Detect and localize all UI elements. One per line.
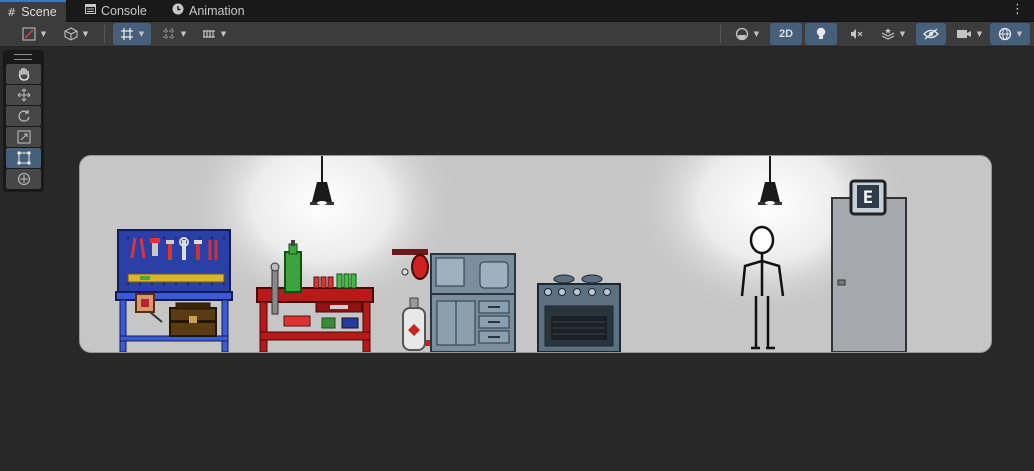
scene-lighting-toggle[interactable] [805, 23, 837, 45]
hand-tool[interactable] [6, 64, 41, 84]
grid-snap-icon [120, 28, 133, 40]
scene-toolbar: ▼ ▼ ▼ ▼ ▼ ▼ 2D ▼ ▼ ▼ [0, 22, 1034, 47]
grid-snapping-toggle[interactable]: ▼ [113, 23, 151, 45]
rect-tool[interactable] [6, 148, 41, 168]
more-options-icon[interactable]: ⋮ [1011, 2, 1024, 17]
rotate-tool[interactable] [6, 106, 41, 126]
tab-console[interactable]: Console [78, 0, 156, 21]
interact-key-label: E [863, 188, 873, 208]
effects-dropdown[interactable]: ▼ [873, 23, 913, 45]
toolbar-separator [104, 25, 105, 43]
chevron-down-icon: ▼ [753, 30, 760, 38]
audio-mute-icon [851, 29, 863, 39]
scene-viewport[interactable]: E [79, 155, 992, 353]
2d-mode-toggle[interactable]: 2D [770, 23, 802, 45]
2d-mode-label: 2D [778, 28, 794, 40]
effects-layers-icon [881, 28, 895, 40]
scene-visibility-toggle[interactable] [916, 23, 946, 45]
tab-animation-label: Animation [189, 3, 245, 18]
lightbulb-icon [816, 27, 826, 39]
chevron-down-icon: ▼ [976, 30, 983, 38]
palette-drag-handle[interactable] [14, 54, 32, 60]
shading-mode-dropdown[interactable]: ▼ [728, 23, 766, 45]
chevron-down-icon: ▼ [138, 30, 145, 38]
interact-key-prompt: E [849, 179, 887, 216]
chevron-down-icon: ▼ [899, 30, 906, 38]
tool-palette [3, 50, 44, 192]
kitchen-cabinet[interactable] [430, 253, 516, 352]
tab-animation[interactable]: Animation [165, 0, 254, 21]
pegboard-workbench[interactable] [115, 229, 233, 352]
tab-scene[interactable]: # Scene [0, 0, 66, 22]
ruler-icon [202, 30, 215, 38]
scale-icon [16, 130, 31, 144]
move-tool[interactable] [6, 85, 41, 105]
tab-scene-label: Scene [21, 5, 57, 19]
stove-oven[interactable] [537, 274, 621, 352]
window-tab-bar: # Scene Console Animation ⋮ [0, 0, 1034, 22]
render-mode-dropdown[interactable]: ▼ [58, 23, 94, 45]
hand-icon [18, 67, 29, 81]
grid-icon: # [7, 5, 17, 19]
transform-tool[interactable] [6, 169, 41, 189]
hidden-eye-icon [923, 28, 939, 40]
console-icon [85, 4, 96, 17]
camera-dropdown[interactable]: ▼ [950, 23, 988, 45]
rotate-icon [17, 110, 30, 122]
animation-clock-icon [172, 3, 184, 18]
draw-mode-dropdown[interactable]: ▼ [16, 23, 52, 45]
gizmo-globe-icon [998, 27, 1011, 41]
chevron-down-icon: ▼ [1016, 30, 1023, 38]
chevron-down-icon: ▼ [220, 30, 227, 38]
chevron-down-icon: ▼ [40, 30, 47, 38]
scene-audio-toggle[interactable] [840, 23, 872, 45]
ruler-dropdown[interactable]: ▼ [197, 23, 231, 45]
chevron-down-icon: ▼ [180, 30, 187, 38]
camera-icon [956, 30, 971, 38]
gizmos-dropdown[interactable]: ▼ [990, 23, 1030, 45]
rect-transform-icon [17, 151, 30, 165]
tab-console-label: Console [101, 3, 147, 18]
door[interactable] [831, 197, 907, 352]
cube-icon [64, 27, 78, 41]
increment-snap-dropdown[interactable]: ▼ [156, 23, 192, 45]
scene-canvas: E [115, 156, 910, 352]
transform-icon [17, 172, 30, 186]
chevron-down-icon: ▼ [82, 30, 89, 38]
shading-sphere-icon [735, 27, 748, 41]
draw-mode-icon [22, 27, 36, 41]
move-arrows-icon [17, 88, 30, 102]
snap-increment-icon [162, 28, 175, 40]
scale-tool[interactable] [6, 127, 41, 147]
toolbar-separator [720, 25, 721, 43]
